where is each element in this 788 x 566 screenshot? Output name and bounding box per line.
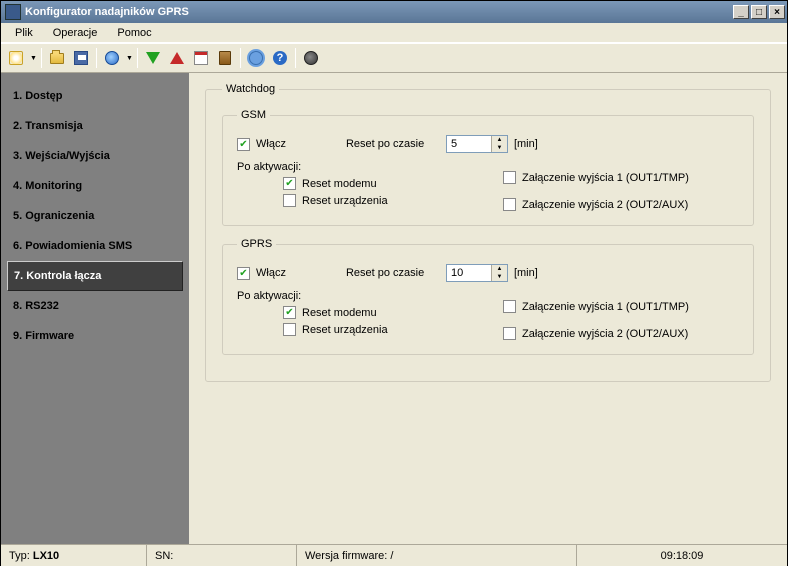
globe-icon [105, 51, 119, 65]
maximize-button[interactable]: □ [751, 5, 767, 19]
gprs-legend: GPRS [237, 238, 276, 250]
sidebar-item-transmission[interactable]: 2. Transmisja [1, 111, 189, 141]
gprs-out1-checkbox[interactable] [503, 300, 516, 313]
main-panel: Watchdog GSM Włącz Reset po czasie ▲▼ [m… [189, 73, 787, 544]
app-icon [5, 4, 21, 20]
spinner-down-icon[interactable]: ▼ [491, 144, 507, 152]
upload-button[interactable] [166, 47, 188, 69]
new-button[interactable] [5, 47, 27, 69]
status-time: 09:18:09 [577, 545, 787, 566]
window-title: Konfigurator nadajników GPRS [25, 6, 731, 18]
gsm-legend: GSM [237, 109, 270, 121]
spinner-up-icon[interactable]: ▲ [491, 136, 507, 144]
menu-help[interactable]: Pomoc [107, 25, 161, 41]
toolbar: ▼ ▼ ? [1, 43, 787, 73]
gprs-unit: [min] [514, 267, 538, 279]
open-button[interactable] [46, 47, 68, 69]
gprs-reset-device-checkbox[interactable] [283, 323, 296, 336]
watchdog-group: Watchdog GSM Włącz Reset po czasie ▲▼ [m… [205, 83, 771, 382]
globe-dropdown-icon[interactable]: ▼ [126, 55, 133, 62]
record-icon [304, 51, 318, 65]
calendar-icon [194, 51, 208, 65]
spinner-up-icon[interactable]: ▲ [491, 265, 507, 273]
separator [96, 48, 97, 68]
help-button[interactable]: ? [269, 47, 291, 69]
new-icon [9, 51, 23, 65]
help-icon: ? [273, 51, 287, 65]
separator [240, 48, 241, 68]
gprs-reset-modem-checkbox[interactable] [283, 306, 296, 319]
gprs-out2-label: Załączenie wyjścia 2 (OUT2/AUX) [522, 328, 688, 340]
arrow-down-icon [146, 52, 160, 64]
globe-button[interactable] [101, 47, 123, 69]
save-button[interactable] [70, 47, 92, 69]
sidebar-item-sms[interactable]: 6. Powiadomienia SMS [1, 231, 189, 261]
gprs-reset-after-label: Reset po czasie [346, 267, 446, 279]
gsm-reset-modem-label: Reset modemu [302, 178, 377, 190]
gsm-out2-checkbox[interactable] [503, 198, 516, 211]
separator [137, 48, 138, 68]
sidebar-item-rs232[interactable]: 8. RS232 [1, 291, 189, 321]
status-type-value: LX10 [33, 550, 59, 562]
gear-icon [249, 51, 263, 65]
watchdog-legend: Watchdog [222, 83, 279, 95]
gsm-reset-device-label: Reset urządzenia [302, 195, 388, 207]
gsm-out1-label: Załączenie wyjścia 1 (OUT1/TMP) [522, 172, 689, 184]
gprs-enable-checkbox[interactable] [237, 267, 250, 280]
titlebar: Konfigurator nadajników GPRS _ □ × [1, 1, 787, 23]
calendar-button[interactable] [190, 47, 212, 69]
settings-button[interactable] [245, 47, 267, 69]
gprs-out1-label: Załączenie wyjścia 1 (OUT1/TMP) [522, 301, 689, 313]
gprs-reset-time-input[interactable] [447, 265, 491, 281]
separator [295, 48, 296, 68]
status-sn: SN: [147, 545, 297, 566]
sidebar-item-io[interactable]: 3. Wejścia/Wyjścia [1, 141, 189, 171]
close-button[interactable]: × [769, 5, 785, 19]
status-firmware: Wersja firmware: / [297, 545, 577, 566]
save-icon [74, 51, 88, 65]
sidebar-item-access[interactable]: 1. Dostęp [1, 81, 189, 111]
arrow-up-icon [170, 52, 184, 64]
menu-file[interactable]: Plik [5, 25, 43, 41]
new-dropdown-icon[interactable]: ▼ [30, 55, 37, 62]
gsm-unit: [min] [514, 138, 538, 150]
status-type-label: Typ: [9, 550, 30, 562]
separator [41, 48, 42, 68]
gsm-reset-modem-checkbox[interactable] [283, 177, 296, 190]
statusbar: Typ: LX10 SN: Wersja firmware: / 09:18:0… [1, 544, 787, 566]
open-icon [50, 53, 64, 64]
sidebar-item-firmware[interactable]: 9. Firmware [1, 321, 189, 351]
record-button[interactable] [300, 47, 322, 69]
sidebar-item-limits[interactable]: 5. Ograniczenia [1, 201, 189, 231]
sidebar: 1. Dostęp 2. Transmisja 3. Wejścia/Wyjśc… [1, 73, 189, 544]
gsm-out1-checkbox[interactable] [503, 171, 516, 184]
gsm-reset-after-label: Reset po czasie [346, 138, 446, 150]
menu-operations[interactable]: Operacje [43, 25, 108, 41]
gsm-reset-device-checkbox[interactable] [283, 194, 296, 207]
menubar: Plik Operacje Pomoc [1, 23, 787, 43]
gsm-group: GSM Włącz Reset po czasie ▲▼ [min] Po ak… [222, 109, 754, 226]
gprs-enable-label: Włącz [256, 267, 286, 279]
minimize-button[interactable]: _ [733, 5, 749, 19]
gsm-enable-checkbox[interactable] [237, 138, 250, 151]
gprs-out2-checkbox[interactable] [503, 327, 516, 340]
gsm-enable-label: Włącz [256, 138, 286, 150]
gprs-reset-time-spinner[interactable]: ▲▼ [446, 264, 508, 282]
download-button[interactable] [142, 47, 164, 69]
spinner-down-icon[interactable]: ▼ [491, 273, 507, 281]
sidebar-item-monitoring[interactable]: 4. Monitoring [1, 171, 189, 201]
gsm-reset-time-input[interactable] [447, 136, 491, 152]
book-icon [219, 51, 231, 65]
status-sn-label: SN: [155, 550, 173, 562]
status-fw-label: Wersja firmware: / [305, 550, 393, 562]
gsm-reset-time-spinner[interactable]: ▲▼ [446, 135, 508, 153]
gprs-group: GPRS Włącz Reset po czasie ▲▼ [min] Po a… [222, 238, 754, 355]
sidebar-item-link-control[interactable]: 7. Kontrola łącza [7, 261, 183, 291]
gprs-reset-modem-label: Reset modemu [302, 307, 377, 319]
log-button[interactable] [214, 47, 236, 69]
status-type: Typ: LX10 [1, 545, 147, 566]
gprs-reset-device-label: Reset urządzenia [302, 324, 388, 336]
gsm-out2-label: Załączenie wyjścia 2 (OUT2/AUX) [522, 199, 688, 211]
